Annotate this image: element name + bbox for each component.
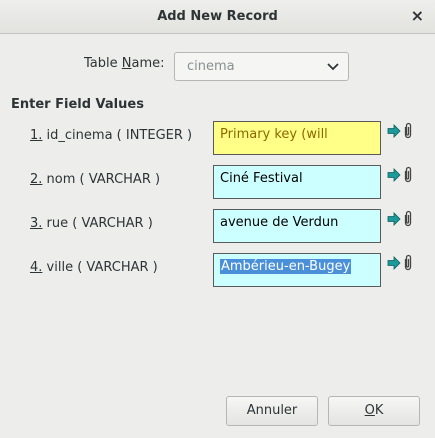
paperclip-icon[interactable] — [402, 210, 414, 227]
field-number: 2. — [30, 172, 43, 187]
field-number: 4. — [30, 260, 43, 275]
dialog-titlebar: Add New Record × — [0, 0, 435, 34]
table-name-label: Table Name: — [84, 56, 165, 71]
table-name-value: cinema — [187, 59, 235, 74]
field-name: ville ( VARCHAR ) — [42, 260, 158, 275]
field-row-ville: 4. ville ( VARCHAR ) Ambérieu-en-Bugey — [0, 253, 435, 289]
nom-field[interactable]: Ciné Festival — [213, 165, 381, 199]
field-name: nom ( VARCHAR ) — [42, 172, 161, 187]
field-name: id_cinema ( INTEGER ) — [42, 128, 193, 143]
ok-label-rest: K — [374, 403, 384, 418]
field-label: 4. ville ( VARCHAR ) — [30, 260, 158, 275]
ville-field[interactable]: Ambérieu-en-Bugey — [213, 253, 381, 287]
field-number: 3. — [30, 216, 43, 231]
cancel-button[interactable]: Annuler — [226, 396, 318, 426]
rue-field[interactable]: avenue de Verdun — [213, 209, 381, 243]
field-label: 2. nom ( VARCHAR ) — [30, 172, 160, 187]
arrow-right-icon[interactable] — [387, 256, 401, 270]
ok-mnemonic: O — [364, 403, 375, 418]
id-cinema-field[interactable]: Primary key (will — [213, 121, 381, 155]
field-row-rue: 3. rue ( VARCHAR ) avenue de Verdun — [0, 209, 435, 245]
table-name-select[interactable]: cinema — [174, 52, 349, 81]
field-label: 1. id_cinema ( INTEGER ) — [30, 128, 192, 143]
table-name-label-pre: Table — [84, 56, 122, 71]
ok-button[interactable]: OK — [328, 396, 420, 426]
paperclip-icon[interactable] — [402, 122, 414, 139]
field-row-id-cinema: 1. id_cinema ( INTEGER ) Primary key (wi… — [0, 121, 435, 157]
selected-text: Ambérieu-en-Bugey — [220, 259, 352, 274]
table-name-label-post: ame: — [131, 56, 165, 71]
field-row-nom: 2. nom ( VARCHAR ) Ciné Festival — [0, 165, 435, 201]
arrow-right-icon[interactable] — [387, 124, 401, 138]
paperclip-icon[interactable] — [402, 254, 414, 271]
dialog-title: Add New Record — [157, 9, 278, 24]
section-title: Enter Field Values — [11, 97, 144, 112]
field-name: rue ( VARCHAR ) — [42, 216, 153, 231]
field-number: 1. — [30, 128, 43, 143]
field-label: 3. rue ( VARCHAR ) — [30, 216, 153, 231]
arrow-right-icon[interactable] — [387, 168, 401, 182]
close-icon[interactable]: × — [411, 6, 424, 25]
arrow-right-icon[interactable] — [387, 212, 401, 226]
chevron-down-icon — [327, 63, 339, 71]
paperclip-icon[interactable] — [402, 166, 414, 183]
